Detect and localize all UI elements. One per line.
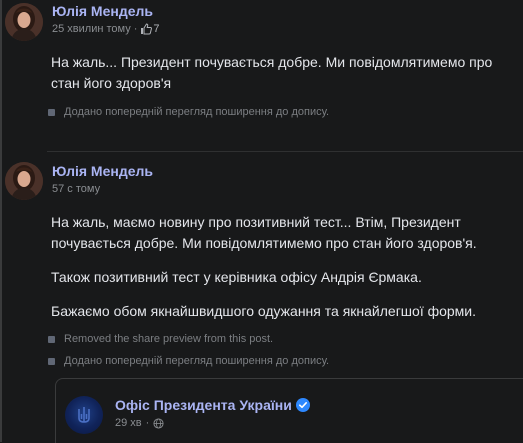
post-paragraph: На жаль... Президент почувається добре. …	[51, 54, 493, 91]
shared-post-card[interactable]: Офіс Президента України 29 хв ·	[55, 378, 523, 443]
meta-separator: ·	[145, 417, 150, 429]
like-thumb-icon	[141, 23, 153, 35]
shared-page-name-row: Офіс Президента України	[115, 397, 310, 413]
post-time[interactable]: 57 с тому	[52, 183, 100, 195]
shared-page-avatar[interactable]	[65, 396, 103, 434]
reaction-count: 7	[153, 23, 160, 35]
edit-note: Removed the share preview from this post…	[48, 333, 273, 345]
author-name[interactable]: Юлія Мендель	[52, 163, 153, 179]
edit-note: Додано попередній перегляд поширення до …	[48, 355, 329, 367]
edit-note-text: Додано попередній перегляд поширення до …	[64, 106, 330, 118]
meta-separator: ·	[133, 23, 138, 35]
globe-icon	[153, 417, 164, 429]
note-bullet-icon	[48, 108, 55, 116]
shared-post-time[interactable]: 29 хв	[115, 417, 142, 429]
shared-page-name[interactable]: Офіс Президента України	[115, 397, 292, 413]
post-text: На жаль... Президент почувається добре. …	[51, 52, 511, 94]
reactions[interactable]: 7	[140, 23, 160, 35]
author-avatar[interactable]	[5, 162, 43, 200]
note-bullet-icon	[48, 357, 55, 365]
edit-note-text: Removed the share preview from this post…	[64, 333, 274, 345]
post-time[interactable]: 25 хвилин тому	[52, 23, 131, 35]
author-avatar[interactable]	[5, 3, 43, 41]
edit-note-text: Додано попередній перегляд поширення до …	[64, 355, 330, 367]
author-name[interactable]: Юлія Мендель	[52, 3, 153, 19]
post-paragraph: Також позитивний тест у керівника офісу …	[51, 269, 422, 285]
edit-note: Додано попередній перегляд поширення до …	[48, 106, 329, 118]
post-divider	[47, 151, 523, 152]
verified-badge-icon	[295, 398, 310, 412]
note-bullet-icon	[48, 335, 55, 343]
post-meta: 57 с тому	[52, 183, 100, 195]
post-text: На жаль, маємо новину про позитивний тес…	[51, 212, 511, 322]
thread-line	[0, 0, 2, 442]
trident-icon	[78, 407, 90, 423]
shared-post-meta: 29 хв ·	[115, 417, 164, 429]
post-paragraph: Бажаємо обом якнайшвидшого одужання та я…	[51, 303, 477, 319]
post-paragraph: На жаль, маємо новину про позитивний тес…	[51, 214, 477, 251]
post-meta: 25 хвилин тому · 7	[52, 23, 160, 35]
